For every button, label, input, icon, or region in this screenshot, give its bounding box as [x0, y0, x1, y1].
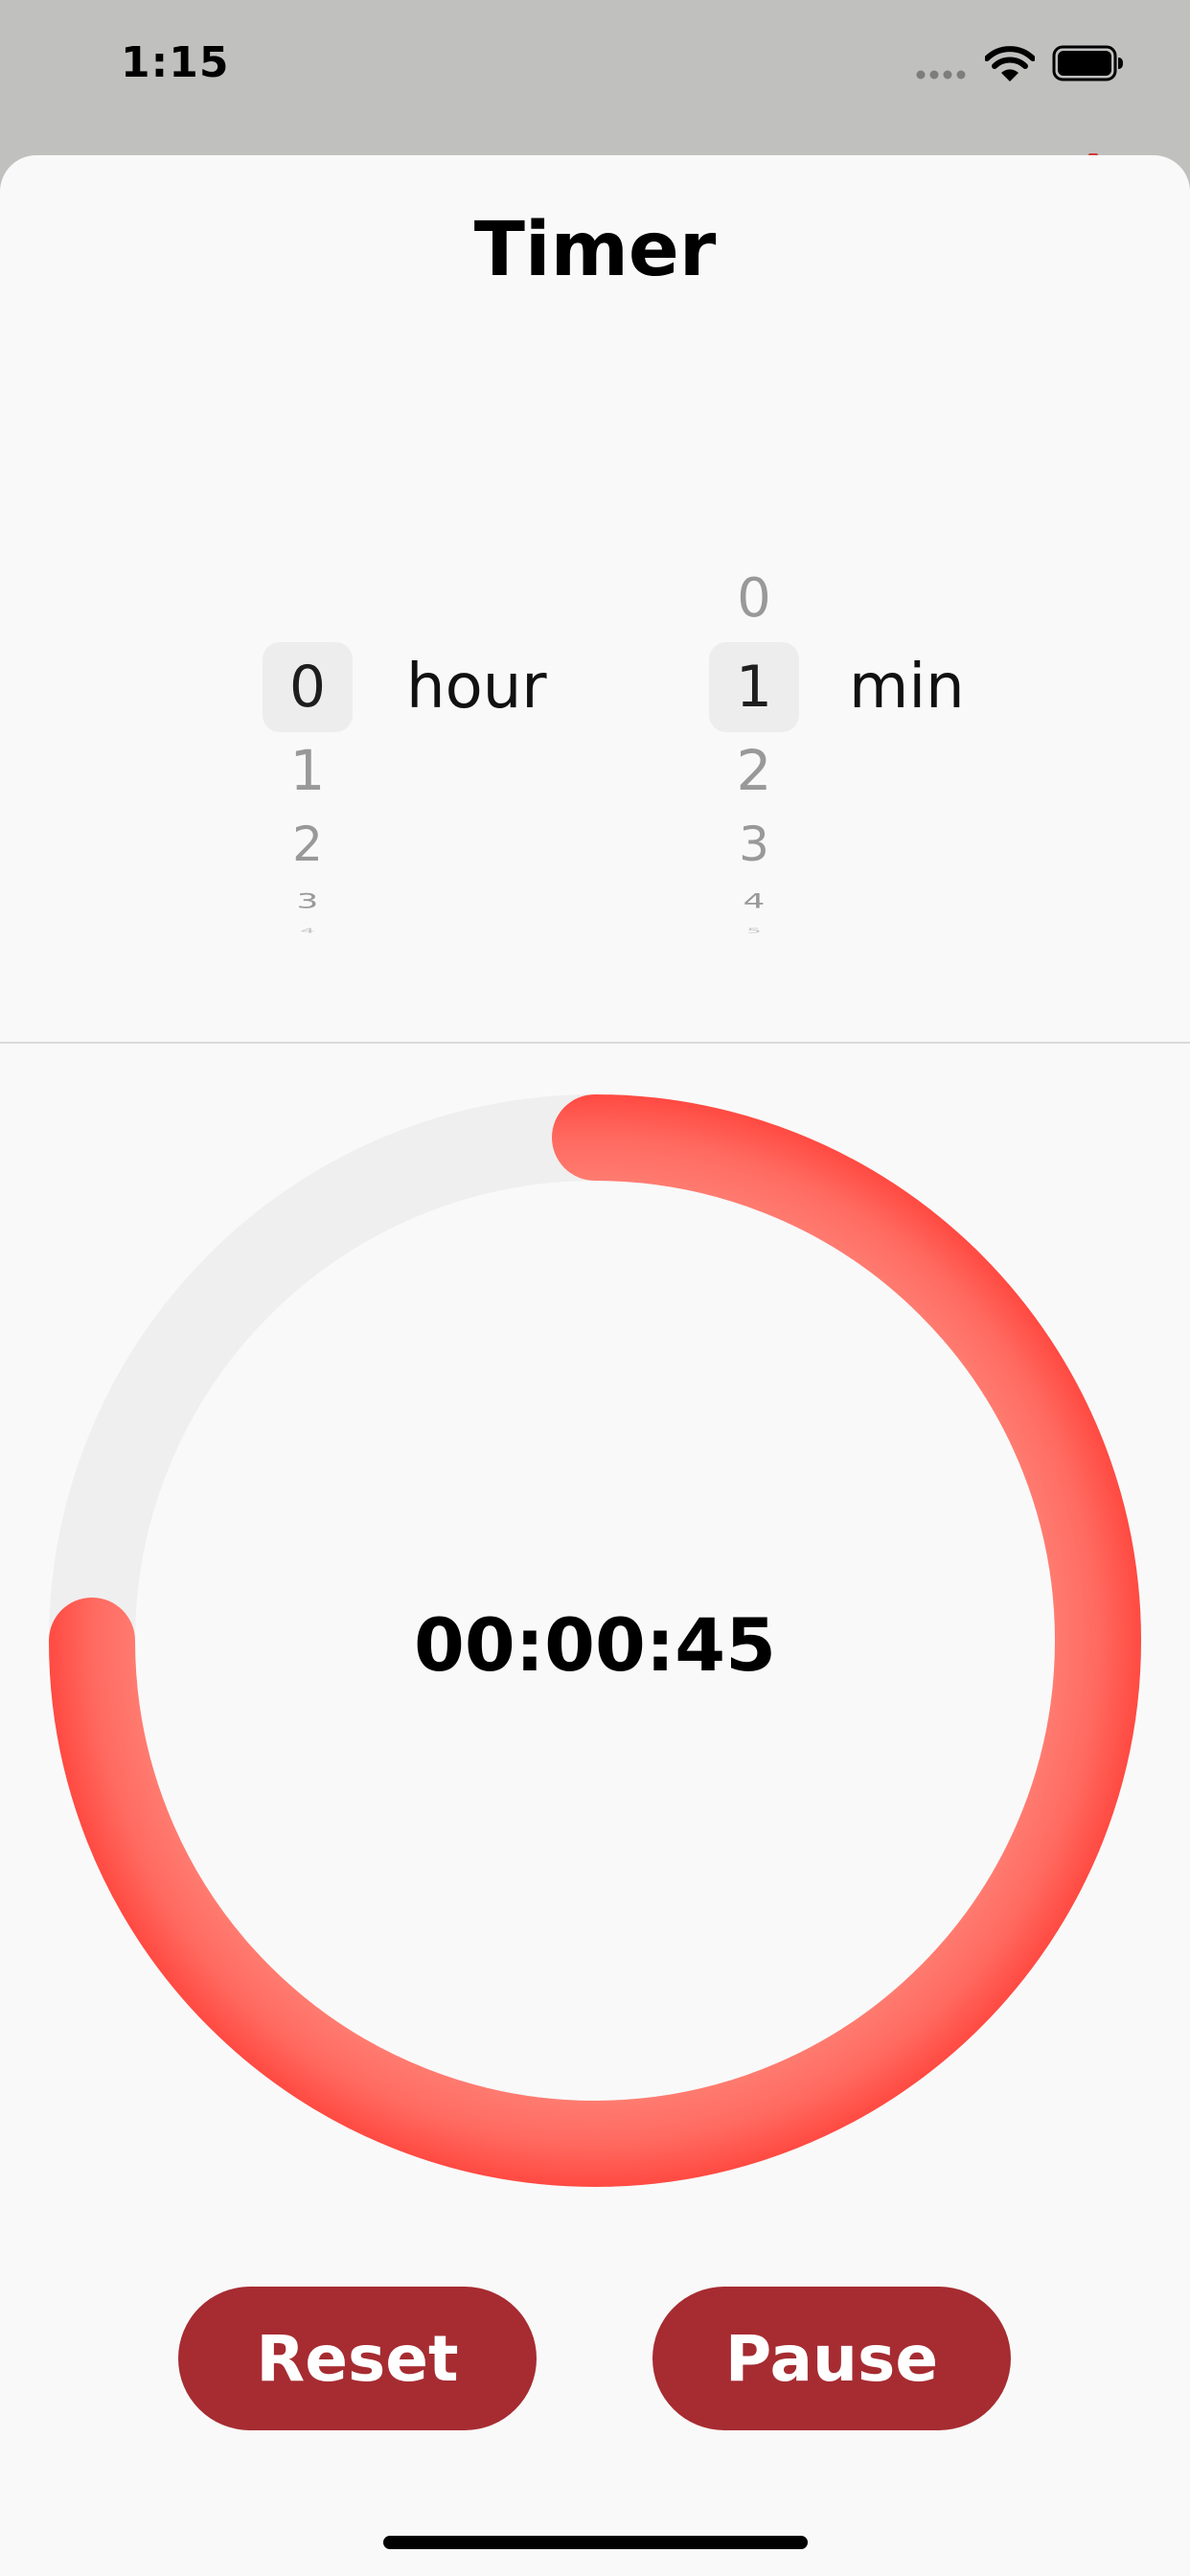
hour-picker-option[interactable]: 2 [255, 816, 360, 872]
minute-picker-option[interactable]: 3 [701, 816, 807, 872]
hour-label: hour [406, 652, 547, 723]
countdown-display: 00:00:45 [413, 1602, 777, 1688]
hour-picker-option[interactable]: 3 [255, 889, 360, 913]
minute-picker-selected-value[interactable]: 1 [701, 654, 807, 721]
hour-picker-selected-value[interactable]: 0 [255, 654, 360, 721]
minute-picker-option[interactable]: 4 [701, 889, 807, 913]
status-time: 1:15 [121, 38, 230, 87]
minute-picker-option[interactable]: 2 [701, 738, 807, 803]
minute-label: min [849, 652, 965, 723]
hour-picker-option[interactable]: 4 [255, 927, 360, 934]
reset-button[interactable]: Reset [178, 2287, 537, 2430]
hour-picker[interactable]: 0 1 2 3 4 [255, 565, 360, 949]
hour-picker-option[interactable]: 1 [255, 738, 360, 803]
battery-icon [1052, 45, 1123, 81]
wifi-icon [985, 46, 1035, 81]
minute-picker[interactable]: 0 1 2 3 4 5 [701, 565, 807, 949]
section-divider [0, 1042, 1190, 1044]
status-bar: 1:15 [0, 0, 1190, 153]
page-title: Timer [473, 207, 717, 293]
home-indicator [383, 2536, 808, 2549]
minute-picker-option[interactable]: 0 [701, 567, 807, 630]
pause-button[interactable]: Pause [652, 2287, 1011, 2430]
minute-picker-option[interactable]: 5 [701, 927, 807, 934]
cellular-signal-icon [916, 70, 966, 80]
